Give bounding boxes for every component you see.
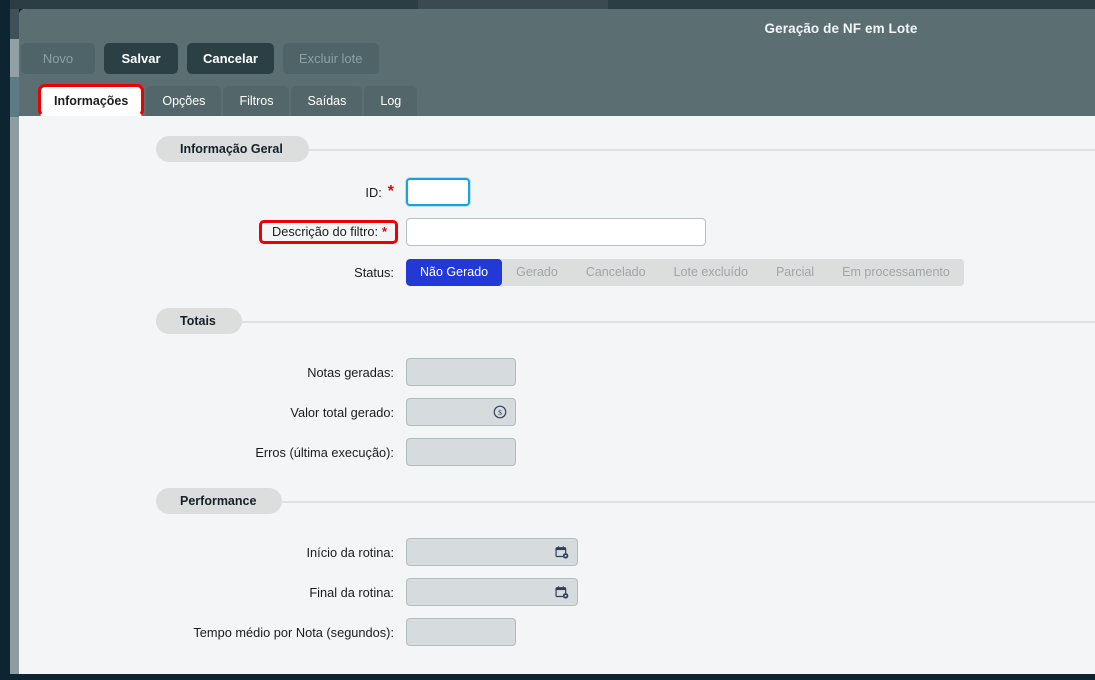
section-header-informacao-geral: Informação Geral — [19, 136, 1095, 162]
valor-total-gerado-field: $ — [406, 398, 516, 426]
field-row-tempo-medio: Tempo médio por Nota (segundos): — [156, 612, 1095, 652]
tab-saidas[interactable]: Saídas — [291, 86, 363, 116]
final-da-rotina-field — [406, 578, 578, 606]
rail-segment-d — [10, 117, 19, 680]
page-title: Geração de NF em Lote — [764, 21, 918, 36]
rail-segment-b — [10, 39, 19, 77]
status-option-parcial[interactable]: Parcial — [762, 259, 828, 286]
salvar-button[interactable]: Salvar — [104, 43, 178, 74]
field-row-final-rotina: Final da rotina: — [156, 572, 1095, 612]
notas-geradas-input[interactable] — [406, 358, 516, 386]
section-performance: Performance Início da rotina: Final da r… — [19, 488, 1095, 652]
application-root: Geração de NF em Lote Novo Salvar Cancel… — [0, 0, 1095, 680]
section-header-totais: Totais — [19, 308, 1095, 334]
form-rows-performance: Início da rotina: Final da rotina: Tempo… — [156, 514, 1095, 652]
erros-ultima-execucao-label: Erros (última execução): — [255, 444, 394, 460]
valor-total-gerado-input[interactable] — [406, 398, 516, 426]
field-row-erros: Erros (última execução): — [156, 432, 1095, 472]
inicio-da-rotina-label: Início da rotina: — [306, 544, 395, 560]
window-top-notch — [418, 0, 608, 9]
section-totais: Totais Notas geradas: Valor total gerado… — [19, 308, 1095, 472]
field-row-status: Status: Não Gerado Gerado Cancelado Lote… — [156, 252, 1095, 292]
label-wrap-id: ID: * — [156, 183, 406, 201]
status-segmented-control: Não Gerado Gerado Cancelado Lote excluíd… — [406, 258, 964, 286]
left-edge-rail — [0, 0, 10, 680]
status-option-lote-excluido[interactable]: Lote excluído — [660, 259, 762, 286]
novo-button[interactable]: Novo — [21, 43, 95, 74]
tab-filtros[interactable]: Filtros — [223, 86, 290, 116]
field-row-id: ID: * — [156, 172, 1095, 212]
cancelar-button[interactable]: Cancelar — [187, 43, 274, 74]
final-da-rotina-input[interactable] — [406, 578, 578, 606]
window-bottom-strip — [0, 674, 1095, 680]
final-da-rotina-label: Final da rotina: — [309, 584, 394, 600]
label-wrap-descricao: Descrição do filtro: * — [156, 219, 406, 245]
erros-ultima-execucao-input[interactable] — [406, 438, 516, 466]
descricao-do-filtro-input[interactable] — [406, 218, 706, 246]
left-scroll-rail[interactable] — [10, 9, 19, 680]
section-title-totais: Totais — [156, 308, 242, 334]
inicio-da-rotina-field — [406, 538, 578, 566]
panel-body: Informação Geral ID: * Descrição do filt… — [19, 116, 1095, 674]
section-header-performance: Performance — [19, 488, 1095, 514]
descricao-required-marker: * — [382, 223, 387, 239]
field-row-notas-geradas: Notas geradas: — [156, 352, 1095, 392]
status-option-gerado[interactable]: Gerado — [502, 259, 572, 286]
valor-total-gerado-label: Valor total gerado: — [290, 404, 394, 420]
rail-segment-c — [10, 77, 19, 117]
rail-segment-a — [10, 9, 19, 39]
section-rule — [156, 321, 1095, 323]
field-row-inicio-rotina: Início da rotina: — [156, 532, 1095, 572]
tab-bar: Informações Opções Filtros Saídas Log — [38, 84, 418, 117]
status-option-nao-gerado[interactable]: Não Gerado — [406, 258, 503, 286]
form-rows-totais: Notas geradas: Valor total gerado: $ Err… — [156, 334, 1095, 472]
id-input[interactable] — [406, 178, 470, 206]
panel-header: Geração de NF em Lote Novo Salvar Cancel… — [19, 9, 1095, 117]
excluir-lote-button[interactable]: Excluir lote — [282, 43, 379, 74]
id-label: ID: — [365, 184, 382, 200]
status-option-cancelado[interactable]: Cancelado — [572, 259, 660, 286]
status-label: Status: — [354, 264, 394, 280]
section-rule — [156, 501, 1095, 503]
toolbar: Novo Salvar Cancelar Excluir lote — [21, 43, 379, 74]
inicio-da-rotina-input[interactable] — [406, 538, 578, 566]
descricao-do-filtro-label: Descrição do filtro: — [272, 223, 379, 239]
window-top-strip — [0, 0, 1095, 9]
field-row-valor-total-gerado: Valor total gerado: $ — [156, 392, 1095, 432]
field-row-descricao: Descrição do filtro: * — [156, 212, 1095, 252]
tempo-medio-por-nota-input[interactable] — [406, 618, 516, 646]
descricao-do-filtro-label-highlight: Descrição do filtro: * — [259, 219, 398, 245]
tab-log[interactable]: Log — [364, 86, 418, 116]
main-panel: Geração de NF em Lote Novo Salvar Cancel… — [19, 9, 1095, 674]
id-required-marker: * — [387, 183, 394, 200]
status-option-em-processamento[interactable]: Em processamento — [828, 259, 964, 286]
section-informacao-geral: Informação Geral ID: * Descrição do filt… — [19, 136, 1095, 292]
notas-geradas-label: Notas geradas: — [307, 364, 394, 380]
tab-informacoes[interactable]: Informações — [38, 84, 145, 117]
section-title-performance: Performance — [156, 488, 283, 514]
section-title-informacao-geral: Informação Geral — [156, 136, 309, 162]
tab-opcoes[interactable]: Opções — [146, 86, 222, 116]
form-rows-informacao-geral: ID: * Descrição do filtro: * Status: Não… — [156, 162, 1095, 292]
tempo-medio-por-nota-label: Tempo médio por Nota (segundos): — [193, 624, 394, 640]
